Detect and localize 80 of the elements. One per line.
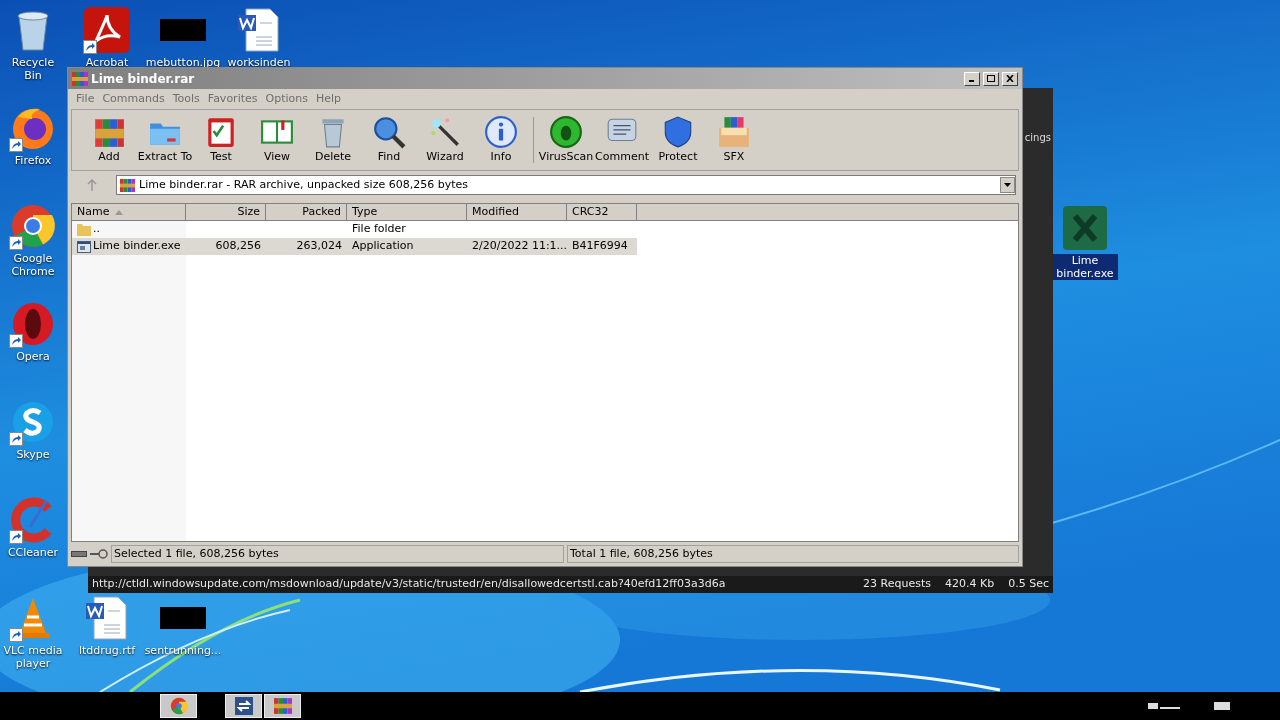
toolbar-button[interactable]: Add bbox=[82, 112, 136, 168]
close-icon bbox=[1006, 75, 1014, 82]
table-cell: B41F6994 bbox=[572, 238, 628, 255]
taskbar-button[interactable] bbox=[225, 694, 262, 718]
load-time: 0.5 Sec bbox=[1008, 576, 1049, 593]
pdf-icon[interactable] bbox=[83, 6, 131, 54]
caret-icon bbox=[1004, 183, 1011, 187]
info-icon bbox=[484, 114, 518, 149]
toolbar-button[interactable]: Wizard bbox=[418, 112, 472, 168]
maximize-button[interactable] bbox=[983, 71, 999, 86]
virusscan-icon bbox=[549, 114, 583, 149]
menu-item[interactable]: Favorites bbox=[203, 90, 262, 108]
column-header[interactable]: CRC32 bbox=[567, 204, 637, 220]
archive-icon bbox=[72, 70, 88, 87]
column-header[interactable]: Modified bbox=[467, 204, 567, 220]
table-cell: File folder bbox=[352, 221, 406, 238]
desktop-icon-label[interactable]: Google Chrome bbox=[0, 252, 66, 278]
address-field[interactable]: Lime binder.rar - RAR archive, unpacked size 608,256 bytes bbox=[116, 175, 1016, 195]
archive-icon bbox=[273, 697, 292, 715]
menu-item[interactable]: File bbox=[72, 90, 99, 108]
status-url: http://ctldl.windowsupdate.com/msdownload/update/v3/static/trustedr/en/disallowedcertstl.cab?40efd12ff03a3d6a bbox=[92, 576, 727, 593]
table-cell: 263,024 bbox=[296, 238, 342, 255]
desktop-icon-label[interactable]: Recycle Bin bbox=[0, 56, 66, 82]
toolbar-button[interactable]: VirusScan bbox=[539, 112, 593, 168]
desktop-icon-label[interactable]: CCleaner bbox=[5, 546, 61, 559]
taskbar-button[interactable] bbox=[264, 694, 301, 718]
close-button[interactable] bbox=[1002, 71, 1018, 86]
toolbar-button[interactable]: Find bbox=[362, 112, 416, 168]
column-header[interactable]: Packed bbox=[266, 204, 347, 220]
desktop-icon-label[interactable]: Lime binder.exe bbox=[1052, 254, 1118, 280]
status-selection: Selected 1 file, 608,256 bytes bbox=[111, 545, 564, 563]
arrows-icon[interactable] bbox=[234, 697, 253, 715]
key-icon bbox=[90, 549, 108, 559]
toolbar-button[interactable]: SFX bbox=[707, 112, 761, 168]
desktop-icon-label[interactable]: worksinden bbox=[225, 56, 293, 69]
application-icon bbox=[77, 240, 91, 253]
table-cell: .. bbox=[93, 221, 100, 238]
folder-icon bbox=[77, 223, 91, 236]
window-title: Lime binder.rar bbox=[91, 70, 196, 88]
request-count: 23 Requests bbox=[863, 576, 931, 593]
desktop-icon-label[interactable]: Firefox bbox=[12, 154, 54, 167]
archive-icon bbox=[120, 177, 135, 193]
table-cell: 2/20/2022 11:1... bbox=[472, 238, 568, 255]
column-header[interactable]: Size bbox=[186, 204, 266, 220]
tab-label: cings bbox=[1024, 132, 1051, 143]
dropdown-button[interactable] bbox=[1000, 177, 1015, 193]
desktop-icon-label[interactable]: Skype bbox=[14, 448, 52, 461]
toolbar-button[interactable]: Protect bbox=[651, 112, 705, 168]
table-cell: 608,256 bbox=[215, 238, 261, 255]
menu-item[interactable]: Options bbox=[261, 90, 312, 108]
volume-icon[interactable] bbox=[1214, 701, 1230, 711]
transfer-size: 420.4 Kb bbox=[945, 576, 995, 593]
maximize-icon bbox=[987, 75, 995, 82]
status-total: Total 1 file, 608,256 bytes bbox=[567, 545, 1019, 563]
chrome-icon[interactable] bbox=[9, 202, 57, 250]
find-icon bbox=[372, 114, 406, 149]
sort-ascending-icon bbox=[115, 209, 124, 215]
column-header[interactable]: Name bbox=[72, 204, 186, 220]
desktop-icon-label[interactable]: mebutton.jpg bbox=[143, 56, 223, 69]
taskbar-button[interactable] bbox=[160, 694, 197, 718]
toolbar-button[interactable]: Test bbox=[194, 112, 248, 168]
toolbar-button[interactable]: Delete bbox=[306, 112, 360, 168]
desktop-icon-label[interactable]: Opera bbox=[14, 350, 52, 363]
desktop-icon-label[interactable]: Acrobat bbox=[83, 56, 131, 69]
drive-icon bbox=[71, 550, 87, 558]
file-row[interactable]: .. File folder bbox=[72, 221, 637, 238]
minimize-button[interactable] bbox=[964, 71, 980, 86]
up-arrow-icon bbox=[86, 179, 98, 191]
file-row[interactable]: Lime binder.exe 608,256 263,024 Application 2/20/2022 11:1... B41F6994 bbox=[72, 238, 637, 255]
column-header[interactable]: Type bbox=[347, 204, 467, 220]
toolbar-button[interactable]: Info bbox=[474, 112, 528, 168]
sfx-icon bbox=[717, 114, 751, 149]
excel-icon[interactable] bbox=[1061, 204, 1109, 252]
table-cell: Application bbox=[352, 238, 414, 255]
browser-icon[interactable] bbox=[169, 697, 188, 715]
toolbar-button[interactable]: View bbox=[250, 112, 304, 168]
toolbar-button[interactable]: Comment bbox=[595, 112, 649, 168]
toolbar-button[interactable]: Extract To bbox=[138, 112, 192, 168]
table-cell: Lime binder.exe bbox=[93, 238, 181, 255]
network-icon[interactable] bbox=[1148, 701, 1180, 711]
